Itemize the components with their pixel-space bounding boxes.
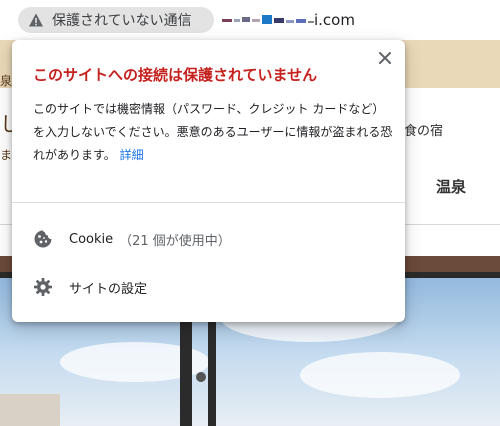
redacted-domain xyxy=(222,15,314,24)
popup-title: このサイトへの接続は保護されていません xyxy=(33,66,318,84)
url-text[interactable]: i.com xyxy=(222,10,355,30)
security-chip[interactable]: 保護されていない通信 xyxy=(18,7,214,33)
logo-glyph: ま xyxy=(0,148,13,162)
page-tagline: 食の宿 xyxy=(404,124,444,139)
address-bar: 保護されていない通信 i.com xyxy=(0,0,500,40)
logo-glyph: 泉 xyxy=(0,74,13,88)
popup-divider xyxy=(12,202,405,203)
building-roof xyxy=(0,394,60,426)
details-link[interactable]: 詳細 xyxy=(120,148,144,162)
security-label: 保護されていない通信 xyxy=(52,13,192,29)
cookie-label: Cookie xyxy=(69,231,114,247)
close-icon[interactable] xyxy=(377,50,393,66)
cookie-count: （21 個が使用中） xyxy=(119,233,231,249)
warning-triangle-icon xyxy=(29,13,43,27)
url-domain-tail: i.com xyxy=(314,11,355,29)
nav-item-onsen[interactable]: 温泉 xyxy=(436,176,466,197)
site-info-popup: このサイトへの接続は保護されていません このサイトでは機密情報（パスワード、クレ… xyxy=(12,40,405,322)
description-text: このサイトでは機密情報（パスワード、クレジット カードなど）を入力しないでくださ… xyxy=(33,102,393,162)
gear-icon xyxy=(34,278,52,296)
site-settings-row[interactable]: サイトの設定 xyxy=(12,264,405,310)
popup-description: このサイトでは機密情報（パスワード、クレジット カードなど）を入力しないでくださ… xyxy=(33,98,393,167)
cookie-icon xyxy=(34,230,52,248)
window-handle xyxy=(196,372,206,382)
cookie-row[interactable]: Cookie （21 個が使用中） xyxy=(12,216,405,262)
cloud xyxy=(300,352,460,398)
site-settings-label: サイトの設定 xyxy=(69,281,148,297)
